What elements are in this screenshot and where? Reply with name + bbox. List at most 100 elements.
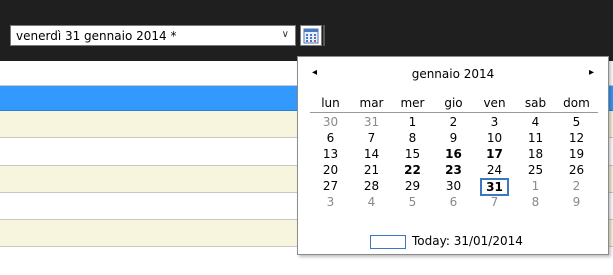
calendar-day[interactable]: 31	[351, 114, 392, 130]
calendar-day[interactable]: 18	[515, 146, 556, 162]
calendar-button[interactable]	[300, 25, 322, 46]
calendar-day-number: 1	[408, 115, 417, 129]
month-title[interactable]: gennaio 2014	[298, 67, 608, 81]
calendar-day[interactable]: 9	[556, 194, 597, 210]
calendar-day[interactable]: 9	[433, 130, 474, 146]
weekday-header: lun mar mer gio ven sab dom	[310, 95, 598, 113]
calendar-day[interactable]: 13	[310, 146, 351, 162]
calendar-day-number: 25	[527, 163, 544, 177]
calendar-day-number: 9	[449, 131, 458, 145]
calendar-day-number: 27	[322, 179, 339, 193]
calendar-day[interactable]: 21	[351, 162, 392, 178]
calendar-day[interactable]: 17	[474, 146, 515, 162]
calendar-day[interactable]: 5	[556, 114, 597, 130]
calendar-day[interactable]: 3	[310, 194, 351, 210]
calendar-day-number: 29	[404, 179, 421, 193]
calendar-day-number: 3	[490, 115, 499, 129]
calendar-day-number: 8	[531, 195, 540, 209]
calendar-day[interactable]: 30	[310, 114, 351, 130]
weekday-label: mar	[359, 96, 384, 110]
calendar-day-number: 13	[322, 147, 339, 161]
calendar-day-selected[interactable]: 31	[474, 178, 515, 196]
calendar-day[interactable]: 3	[474, 114, 515, 130]
calendar-day[interactable]: 30	[433, 178, 474, 194]
calendar-day[interactable]: 27	[310, 178, 351, 194]
calendar-day-number: 28	[363, 179, 380, 193]
calendar-day[interactable]: 6	[433, 194, 474, 210]
today-link[interactable]: Today: 31/01/2014	[370, 232, 590, 250]
calendar-week: 3 4 5 6 7 8 9	[310, 194, 598, 210]
next-month-button[interactable]: ▸	[589, 67, 594, 78]
calendar-day[interactable]: 1	[515, 178, 556, 194]
weekday-label: dom	[563, 96, 590, 110]
calendar-day[interactable]: 12	[556, 130, 597, 146]
calendar-day[interactable]: 26	[556, 162, 597, 178]
calendar-day-number: 23	[445, 163, 462, 177]
calendar-day[interactable]: 16	[433, 146, 474, 162]
calendar-day-number: 3	[326, 195, 335, 209]
calendar-day-number: 19	[568, 147, 585, 161]
calendar-day-number: 1	[531, 179, 540, 193]
calendar-day-number: 20	[322, 163, 339, 177]
calendar-day[interactable]: 10	[474, 130, 515, 146]
button-edge	[323, 25, 325, 46]
calendar-day[interactable]: 23	[433, 162, 474, 178]
calendar-day[interactable]: 8	[392, 130, 433, 146]
calendar-day-number: 21	[363, 163, 380, 177]
calendar-day-number: 31	[363, 115, 380, 129]
calendar-week: 27 28 29 30 31 1 2	[310, 178, 598, 196]
calendar-day[interactable]: 2	[556, 178, 597, 194]
today-marker	[370, 235, 406, 249]
calendar-day[interactable]: 11	[515, 130, 556, 146]
calendar-day[interactable]: 7	[474, 194, 515, 210]
calendar-day-number: 5	[572, 115, 581, 129]
calendar-day-number: 24	[486, 163, 503, 177]
weekday-label: mer	[400, 96, 425, 110]
calendar-day-number: 7	[367, 131, 376, 145]
calendar-day-number: 17	[486, 147, 503, 161]
calendar-day[interactable]: 7	[351, 130, 392, 146]
calendar-day[interactable]: 2	[433, 114, 474, 130]
calendar-day-number: 8	[408, 131, 417, 145]
calendar-day-number: 5	[408, 195, 417, 209]
calendar-day[interactable]: 14	[351, 146, 392, 162]
calendar-day-number: 30	[322, 115, 339, 129]
calendar-day-number: 11	[527, 131, 544, 145]
calendar-day-number: 6	[326, 131, 335, 145]
chevron-down-icon[interactable]: ∨	[282, 29, 289, 40]
calendar-week: 13 14 15 16 17 18 19	[310, 146, 598, 162]
today-label[interactable]: Today: 31/01/2014	[412, 234, 523, 248]
calendar-day[interactable]: 8	[515, 194, 556, 210]
calendar-day-number: 15	[404, 147, 421, 161]
calendar-day[interactable]: 5	[392, 194, 433, 210]
calendar-day[interactable]: 22	[392, 162, 433, 178]
calendar-day[interactable]: 24	[474, 162, 515, 178]
calendar-day[interactable]: 4	[515, 114, 556, 130]
date-combobox[interactable]: venerdì 31 gennaio 2014 * ∨	[10, 25, 296, 46]
calendar-day-number: 6	[449, 195, 458, 209]
calendar-day-number: 4	[367, 195, 376, 209]
calendar-day-number: 9	[572, 195, 581, 209]
calendar-day[interactable]: 25	[515, 162, 556, 178]
calendar-day[interactable]: 19	[556, 146, 597, 162]
calendar-day-number: 7	[490, 195, 499, 209]
date-value: venerdì 31 gennaio 2014 *	[16, 29, 177, 43]
calendar-day[interactable]: 15	[392, 146, 433, 162]
weekday-label: lun	[321, 96, 340, 110]
calendar-day-number: 2	[449, 115, 458, 129]
calendar-day[interactable]: 4	[351, 194, 392, 210]
calendar-day-number: 14	[363, 147, 380, 161]
calendar-day-number: 2	[572, 179, 581, 193]
calendar-icon	[303, 28, 319, 44]
calendar-day-number: 30	[445, 179, 462, 193]
calendar-popup: ◂ gennaio 2014 ▸ lun mar mer gio ven sab dom 3…	[297, 56, 609, 255]
calendar-day-number: 22	[404, 163, 421, 177]
calendar-day[interactable]: 6	[310, 130, 351, 146]
calendar-day[interactable]: 28	[351, 178, 392, 194]
calendar-day[interactable]: 20	[310, 162, 351, 178]
calendar-day[interactable]: 29	[392, 178, 433, 194]
calendar-week: 30 31 1 2 3 4 5	[310, 114, 598, 130]
calendar-day-number: 10	[486, 131, 503, 145]
calendar-day[interactable]: 1	[392, 114, 433, 130]
calendar-grid: lun mar mer gio ven sab dom 30 31 1 2 3 4 5 6 7 8 9 10 11 1…	[310, 95, 598, 210]
